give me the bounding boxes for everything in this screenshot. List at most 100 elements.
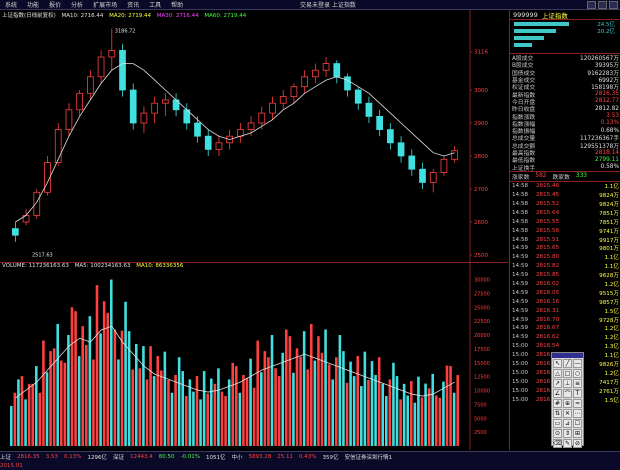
tick-row: 15:00 2816.54 1.3亿: [510, 342, 620, 351]
volume-bar: [252, 387, 256, 446]
drawing-tool-button[interactable]: ⊞: [573, 429, 582, 438]
candle: [97, 50, 105, 84]
volume-axis-label: 30000: [474, 278, 490, 284]
menu-ext-market[interactable]: 扩展市场: [88, 0, 122, 9]
drawing-tool-button[interactable]: ⊙: [553, 429, 562, 438]
volume-axis-label: 15000: [474, 361, 490, 367]
minimize-icon[interactable]: [587, 1, 596, 9]
drawing-tool-button[interactable]: ○: [573, 369, 582, 378]
candle: [204, 129, 212, 156]
drawing-tool-button[interactable]: ⊘: [573, 439, 582, 448]
volume-bar: [88, 316, 92, 446]
drawing-tool-button[interactable]: ▭: [553, 419, 562, 428]
volume-axis-label: 25000: [474, 305, 490, 311]
candle: [194, 116, 201, 143]
tick-time: 15:00: [512, 361, 529, 367]
drawing-tool-button[interactable]: ⊕: [563, 399, 572, 408]
volume-bar: [374, 374, 377, 446]
drawing-tool-button[interactable]: ⋯: [573, 409, 582, 418]
volume-bar: [174, 374, 177, 446]
tick-volume: 9857万: [599, 299, 619, 306]
drawing-tool-button[interactable]: T: [573, 389, 582, 398]
drawing-tool-button[interactable]: ✎: [563, 439, 572, 448]
volume-bar: [320, 352, 324, 446]
price-legend-title: 上证指数(日线前复权): [2, 13, 56, 19]
drawing-tool-button[interactable]: △: [553, 369, 562, 378]
drawing-tool-button[interactable]: ⊿: [563, 419, 572, 428]
volume-chart[interactable]: 30000 27500 25000 22500 20000 17500 15000 12500…: [0, 262, 508, 450]
drawing-tool-button[interactable]: ⇕: [563, 429, 572, 438]
chart-pane[interactable]: 3116 3000 2900 2800 2700 2600 2500 3186.72 2517.…: [0, 10, 508, 450]
tick-price: 2816.67: [536, 325, 560, 332]
volume-bar: [110, 279, 113, 446]
stat-value: 2799.11: [595, 156, 619, 163]
volume-bar: [206, 393, 209, 446]
tick-row: 14:59 2816.16 9857万: [510, 297, 620, 306]
tick-volume: 9824万: [599, 193, 619, 200]
drawing-tool-button[interactable]: ╱: [563, 359, 572, 368]
stat-value: 3.53: [606, 113, 619, 120]
tick-price: 2816.62: [536, 334, 560, 341]
tick-price: 2816.16: [536, 298, 560, 305]
menu-analysis[interactable]: 分析: [66, 0, 88, 9]
drawing-tool-button[interactable]: ☐: [573, 419, 582, 428]
status-segment: 3.53: [45, 453, 59, 460]
tick-time: 15:00: [512, 378, 529, 385]
candle: [354, 86, 362, 110]
candle: [215, 136, 223, 156]
candle: [237, 123, 244, 143]
stock-code: 999999: [513, 10, 538, 19]
volume-bar: [292, 372, 295, 446]
drawing-tool-button[interactable]: ⌒: [563, 389, 572, 398]
menu-news[interactable]: 资讯: [122, 0, 144, 9]
candle: [108, 28, 116, 71]
orderbook-bar: [514, 21, 569, 26]
stock-name: 上证指数: [541, 11, 568, 20]
drawing-tool-button[interactable]: ⇅: [553, 409, 562, 418]
tick-price: 2815.65: [536, 245, 560, 252]
tick-row: 14:59 2816.31 1.5亿: [510, 306, 620, 315]
drawing-tool-button[interactable]: ⌫: [553, 439, 562, 448]
volume-bar: [299, 356, 302, 446]
drawing-tool-button[interactable]: ↗: [553, 379, 562, 388]
menu-system[interactable]: 系统: [0, 0, 22, 9]
maximize-icon[interactable]: [598, 1, 607, 9]
volume-bar: [445, 365, 449, 446]
drawing-tool-button[interactable]: □: [563, 369, 572, 378]
close-icon[interactable]: [609, 1, 618, 9]
candle: [387, 123, 394, 150]
drawing-tool-button[interactable]: ↖: [553, 359, 562, 368]
menu-tools[interactable]: 工具: [144, 0, 166, 9]
status-segment: 0.13%: [64, 453, 82, 460]
menu-help[interactable]: 帮助: [166, 0, 188, 9]
candle: [183, 103, 191, 130]
drawing-toolbox[interactable]: ↖ ╱ — △ □ ○ ↗ ⊥ ≡ ∠ ⌒ T # ⊕ ≈ ⇅ ✕ ⋯ ▭ ⊿ ☐ ⊙ ⇕ ⊞ ⌫ ✎ ⊘: [551, 352, 584, 448]
menu-quote[interactable]: 报价: [44, 0, 66, 9]
volume-bar: [60, 360, 63, 446]
volume-bar: [42, 340, 45, 446]
menu-function[interactable]: 功能: [22, 0, 44, 9]
price-chart[interactable]: 3116 3000 2900 2800 2700 2600 2500 3186.72 2517.…: [0, 10, 508, 262]
volume-bar: [20, 376, 24, 446]
tick-volume: 9515万: [599, 290, 619, 297]
drawing-tool-button[interactable]: ≈: [573, 399, 582, 408]
drawing-tool-button[interactable]: —: [573, 359, 582, 368]
volume-bar: [331, 379, 334, 446]
volume-bar: [302, 331, 306, 446]
drawing-tool-button[interactable]: ∠: [553, 389, 562, 398]
volume-bar: [202, 371, 206, 446]
tick-volume: 7851万: [599, 210, 619, 217]
candle: [269, 96, 276, 120]
drawing-tool-button[interactable]: #: [553, 399, 562, 408]
tick-volume: 1.2亿: [604, 326, 620, 333]
drawing-tool-button[interactable]: ≡: [573, 379, 582, 388]
volume-bar: [117, 359, 120, 446]
volume-legend-ma5: MA5: 100234163.63: [74, 263, 131, 269]
tick-volume: 9628万: [599, 273, 619, 280]
drawing-tool-button[interactable]: ⊥: [563, 379, 572, 388]
drawing-tool-button[interactable]: ✕: [563, 409, 572, 418]
volume-bar: [167, 379, 170, 446]
volume-bar: [142, 346, 145, 446]
status-line-1: 上证 2816.35 3.53 0.13% 1296亿 深证 12443.4 80.50 -0.…: [0, 452, 620, 461]
volume-bar: [220, 391, 224, 446]
